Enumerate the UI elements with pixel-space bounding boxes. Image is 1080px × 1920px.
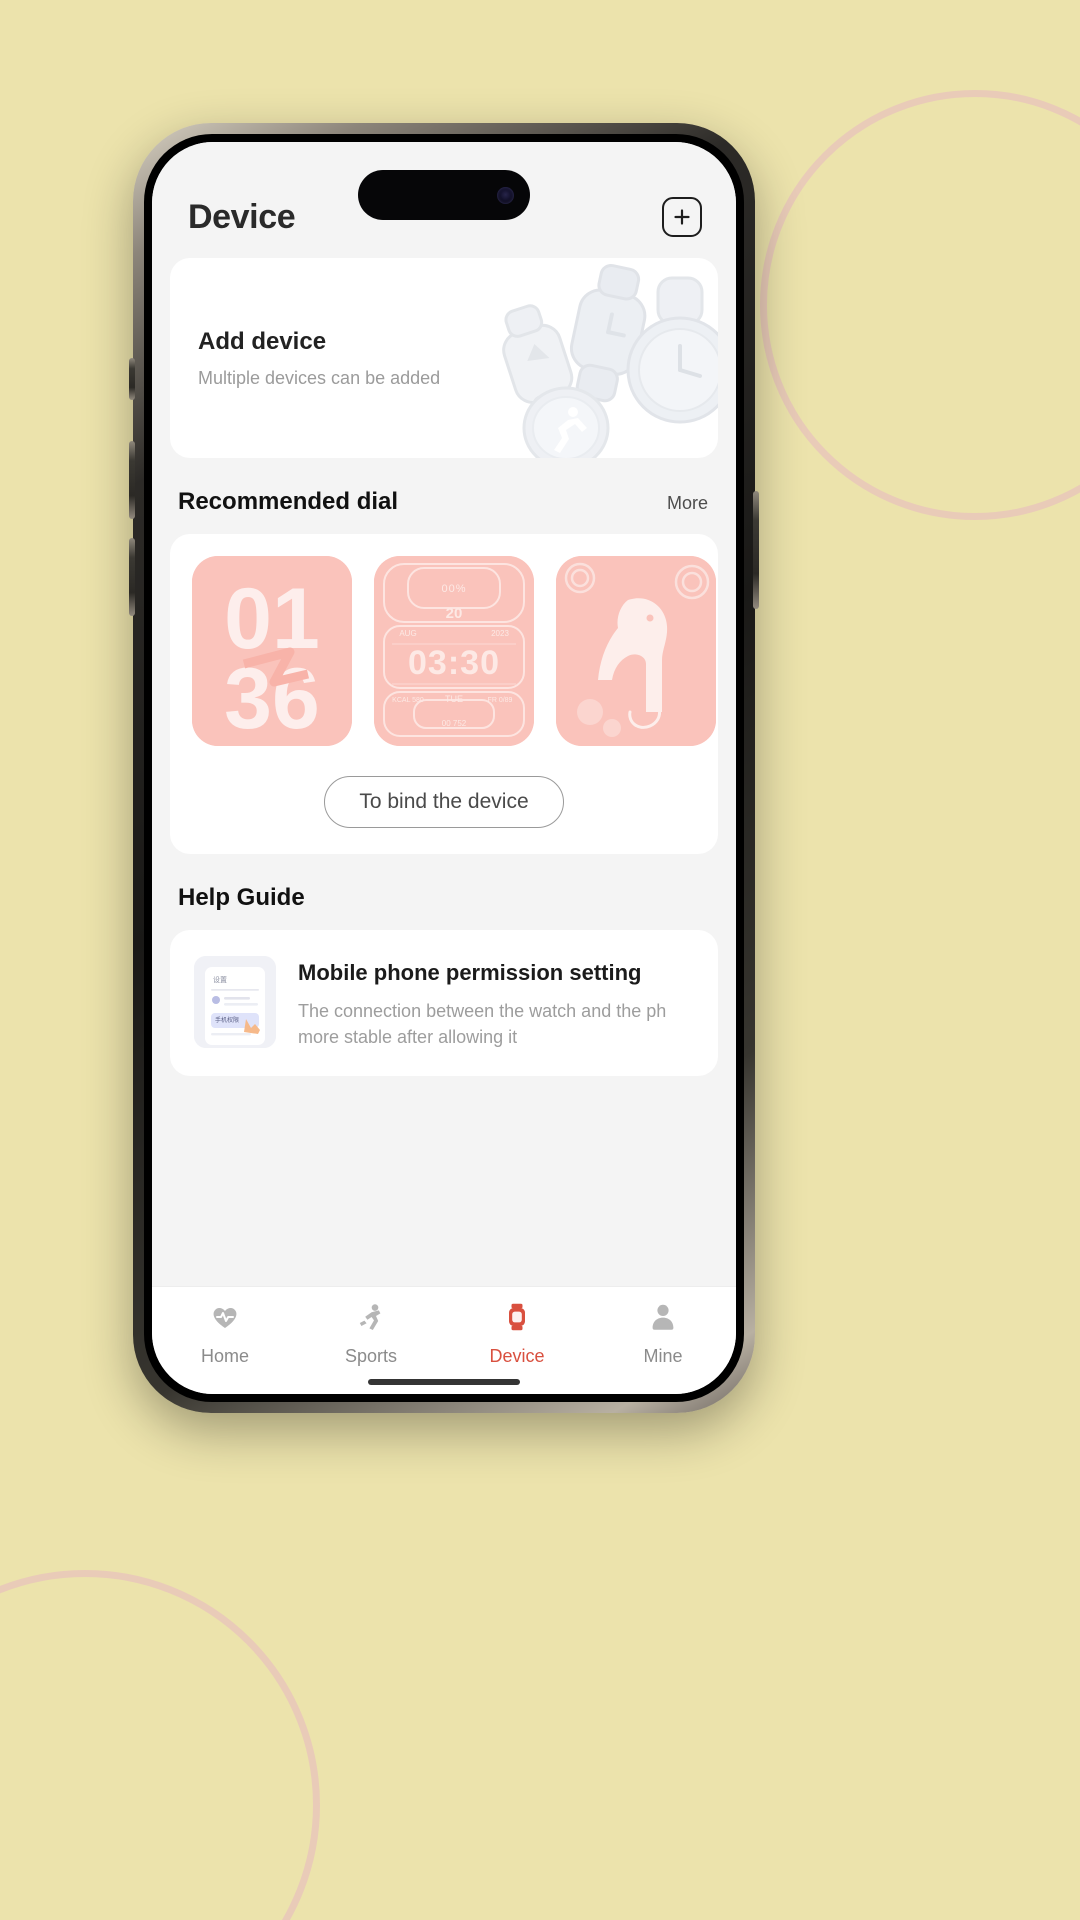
add-device-card[interactable]: Add device Multiple devices can be added (170, 258, 718, 458)
tab-device-label: Device (489, 1346, 545, 1366)
help-guide-item-title: Mobile phone permission setting (298, 960, 642, 985)
svg-text:FR 0/89: FR 0/89 (488, 697, 513, 704)
page-title: Device (188, 197, 296, 236)
help-guide-text: Mobile phone permission setting The conn… (298, 956, 666, 1050)
dial1-bottom-text: 36 (224, 651, 320, 746)
phone-settings-thumbnail: 设置 手机权限 (194, 956, 276, 1048)
heart-pulse-icon (210, 1302, 240, 1337)
tab-mine[interactable]: Mine (590, 1287, 736, 1382)
phone-screen: Device Add device Multiple devices can b… (152, 142, 736, 1394)
phone-bezel: Device Add device Multiple devices can b… (144, 134, 744, 1402)
svg-text:KCAL 580: KCAL 580 (392, 697, 424, 704)
background-circle-top-right (760, 90, 1080, 520)
tab-mine-label: Mine (643, 1346, 683, 1366)
main-content: Add device Multiple devices can be added (152, 254, 736, 1286)
watches-illustration (418, 258, 718, 458)
volume-down-button[interactable] (129, 538, 135, 616)
to-bind-the-device-button[interactable]: To bind the device (324, 776, 564, 828)
recommended-dial-card: 01 36 00% 20 AUG 2023 03:30 KCAL 580 TUE… (170, 534, 718, 854)
user-person-icon (648, 1302, 678, 1337)
svg-text:手机权限: 手机权限 (215, 1016, 239, 1024)
svg-text:2023: 2023 (491, 629, 509, 638)
svg-text:AUG: AUG (399, 629, 416, 638)
tab-sports[interactable]: Sports (298, 1287, 444, 1382)
volume-up-button[interactable] (129, 441, 135, 519)
add-device-button[interactable] (662, 197, 702, 237)
silent-switch[interactable] (129, 358, 135, 400)
svg-text:TUE: TUE (445, 694, 463, 704)
bottom-tab-bar: Home Sports Device Mine (152, 1286, 736, 1394)
home-indicator (368, 1379, 520, 1385)
plus-icon (672, 207, 692, 227)
tab-device[interactable]: Device (444, 1287, 590, 1382)
running-person-icon (356, 1302, 386, 1337)
help-guide-item-description: The connection between the watch and the… (298, 998, 666, 1050)
phone-frame: Device Add device Multiple devices can b… (129, 123, 759, 1413)
bind-device-row: To bind the device (170, 776, 718, 828)
svg-text:03:30: 03:30 (408, 644, 500, 682)
svg-text:20: 20 (446, 605, 463, 622)
help-description-line-1: The connection between the watch and the… (298, 1001, 667, 1021)
help-guide-item[interactable]: 设置 手机权限 Mobile phone permission setting … (170, 930, 718, 1077)
dial-big-numerals[interactable]: 01 36 (192, 556, 352, 746)
smartwatch-icon (502, 1302, 532, 1337)
svg-text:00 752: 00 752 (442, 719, 467, 728)
tab-sports-label: Sports (344, 1346, 398, 1366)
power-button[interactable] (753, 491, 759, 609)
tab-home[interactable]: Home (152, 1287, 298, 1382)
front-camera-icon (497, 186, 514, 204)
help-description-line-2: more stable after allowing it (298, 1027, 518, 1048)
tab-home-label: Home (200, 1346, 249, 1366)
dial-digital-modular[interactable]: 00% 20 AUG 2023 03:30 KCAL 580 TUE FR 0/… (374, 556, 534, 746)
svg-text:00%: 00% (441, 583, 466, 595)
background-circle-bottom-left (0, 1570, 320, 1920)
help-guide-title: Help Guide (178, 884, 305, 911)
help-guide-header: Help Guide (170, 854, 718, 930)
svg-text:设置: 设置 (213, 975, 227, 984)
dial-carousel[interactable]: 01 36 00% 20 AUG 2023 03:30 KCAL 580 TUE… (170, 556, 718, 746)
dynamic-island (358, 170, 530, 220)
recommended-dial-header: Recommended dial More (170, 458, 718, 534)
recommended-dial-more-link[interactable]: More (667, 493, 708, 514)
recommended-dial-title: Recommended dial (178, 488, 399, 515)
dial-horse-analog[interactable] (556, 556, 716, 746)
